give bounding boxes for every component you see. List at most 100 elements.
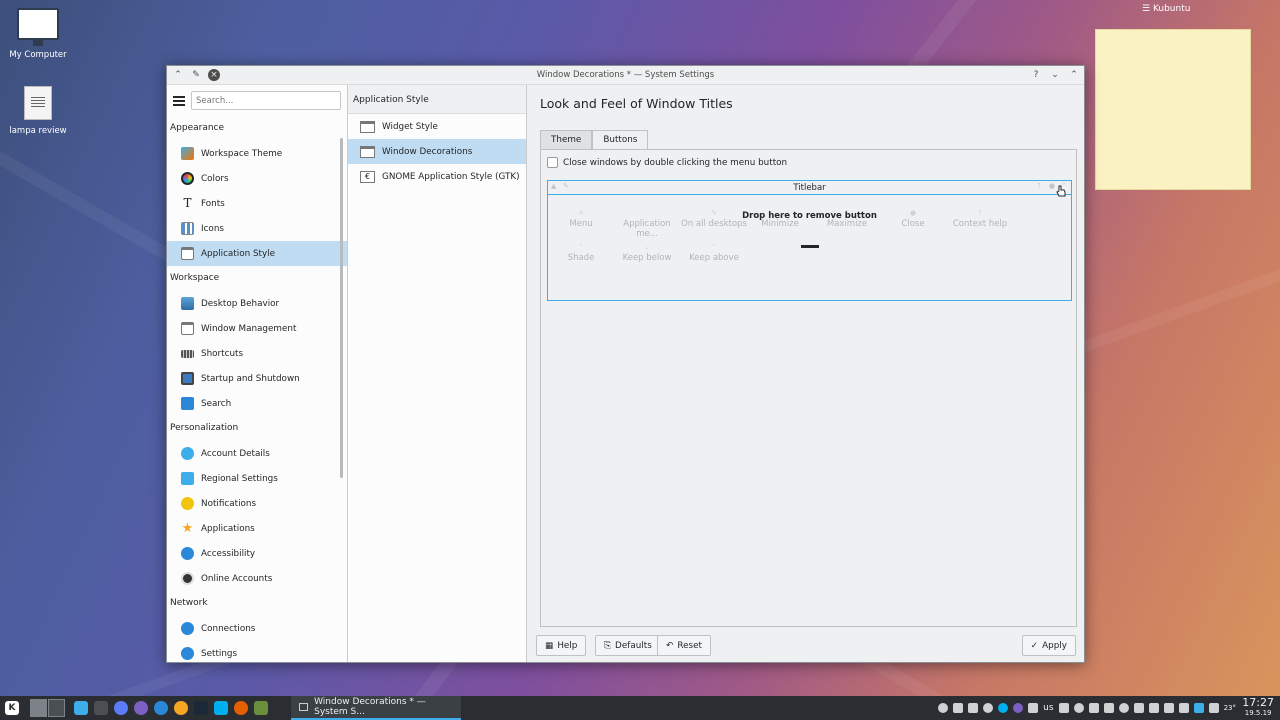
- sidebar-item-online-accounts[interactable]: Online Accounts: [167, 566, 347, 591]
- clipboard-tray-icon[interactable]: [1163, 703, 1174, 713]
- close-double-click-checkbox[interactable]: [547, 157, 558, 168]
- available-button-minimize[interactable]: ⌄ Minimize: [747, 209, 813, 229]
- file-manager-icon[interactable]: [74, 701, 88, 715]
- minimize-icon: ⌄: [777, 209, 783, 217]
- volume-icon[interactable]: [1178, 703, 1189, 713]
- sidebar-item-shortcuts[interactable]: Shortcuts: [167, 341, 347, 366]
- sidebar-item-application-style[interactable]: Application Style: [167, 241, 347, 266]
- messenger-icon[interactable]: [154, 701, 168, 715]
- sidebar-item-fonts[interactable]: T Fonts: [167, 191, 347, 216]
- available-button-keep-below[interactable]: ⌄ Keep below: [614, 243, 680, 263]
- sidebar-item-connections[interactable]: Connections: [167, 616, 347, 641]
- firefox-icon[interactable]: [234, 701, 248, 715]
- reset-button[interactable]: ↶ Reset: [657, 635, 711, 656]
- clipboard-icon[interactable]: [968, 703, 979, 713]
- window-titlebar[interactable]: ⌃ ✎ × Window Decorations * — System Sett…: [167, 66, 1084, 85]
- sidebar-item-regional-settings[interactable]: Regional Settings: [167, 466, 347, 491]
- camera-icon[interactable]: [953, 703, 964, 713]
- subcategory-item-gnome-style[interactable]: € GNOME Application Style (GTK): [348, 164, 526, 189]
- system-settings-window: ⌃ ✎ × Window Decorations * — System Sett…: [166, 65, 1085, 663]
- digital-clock[interactable]: 17:27 19.5.19: [1242, 697, 1274, 718]
- sidebar-item-desktop-behavior[interactable]: Desktop Behavior: [167, 291, 347, 316]
- desktop-1[interactable]: [30, 699, 47, 717]
- system-tray: us 23°: [938, 696, 1236, 720]
- display-icon[interactable]: [1088, 703, 1099, 713]
- available-button-keep-above[interactable]: ⌃ Keep above: [681, 243, 747, 263]
- regional-settings-icon: [181, 472, 194, 485]
- bluetooth-icon[interactable]: [1118, 703, 1129, 713]
- accessibility-icon: [181, 547, 194, 560]
- vpn-icon[interactable]: [1073, 703, 1084, 713]
- viber-icon[interactable]: [134, 701, 148, 715]
- skype-tray-icon[interactable]: [998, 703, 1009, 713]
- lock-icon[interactable]: [1103, 703, 1114, 713]
- sidebar-item-account-details[interactable]: Account Details: [167, 441, 347, 466]
- available-button-close[interactable]: ● Close: [880, 209, 946, 229]
- sidebar-item-icons[interactable]: Icons: [167, 216, 347, 241]
- menu-icon: ✳: [578, 209, 584, 217]
- maximize-icon[interactable]: ⌃: [1068, 69, 1080, 81]
- subcategory-item-window-decorations[interactable]: Window Decorations: [348, 139, 526, 164]
- sidebar-item-applications[interactable]: ★ Applications: [167, 516, 347, 541]
- tab-bar: Theme Buttons: [540, 130, 649, 149]
- app-icon[interactable]: [174, 701, 188, 715]
- skype-icon[interactable]: [214, 701, 228, 715]
- desktop-icon-my-computer[interactable]: My Computer: [0, 8, 76, 60]
- colors-icon: [181, 172, 194, 185]
- subcategory-item-widget-style[interactable]: Widget Style: [348, 114, 526, 139]
- sidebar-item-search[interactable]: Search: [167, 391, 347, 416]
- mail-icon[interactable]: [1058, 703, 1069, 713]
- search-input[interactable]: [191, 91, 341, 110]
- available-button-maximize[interactable]: ⌃ Maximize: [814, 209, 880, 229]
- sidebar-item-colors[interactable]: Colors: [167, 166, 347, 191]
- close-double-click-option[interactable]: Close windows by double clicking the men…: [547, 157, 787, 168]
- desktop-2[interactable]: [48, 699, 65, 717]
- viber-status-icon[interactable]: [1013, 703, 1024, 713]
- battery-icon[interactable]: [1133, 703, 1144, 713]
- available-button-app-menu[interactable]: · Application me...: [614, 209, 680, 239]
- sticky-note-widget[interactable]: [1095, 29, 1251, 190]
- sidebar-item-workspace-theme[interactable]: Workspace Theme: [167, 141, 347, 166]
- preview-titlebar[interactable]: ▲ ✎ Titlebar ? ● ⌃: [548, 181, 1071, 197]
- task-window-decorations[interactable]: Window Decorations * — System S...: [291, 696, 461, 720]
- apply-button[interactable]: ✓ Apply: [1021, 635, 1076, 656]
- checkmark-icon: ✓: [1030, 640, 1039, 651]
- hamburger-menu-icon[interactable]: [173, 95, 185, 106]
- notification-icon[interactable]: [938, 703, 949, 713]
- desktop-icon-lampa-review[interactable]: lampa review: [0, 86, 76, 136]
- help-icon[interactable]: ?: [1037, 182, 1041, 190]
- sidebar-scrollbar[interactable]: [340, 138, 343, 478]
- sidebar-item-settings[interactable]: Settings: [167, 641, 347, 662]
- defaults-button[interactable]: ⎘ Defaults: [595, 635, 661, 656]
- desktop-panel-label[interactable]: ☰ Kubuntu: [1142, 4, 1190, 14]
- sidebar-item-notifications[interactable]: Notifications: [167, 491, 347, 516]
- computer-icon: [17, 8, 59, 46]
- tab-buttons[interactable]: Buttons: [592, 130, 649, 149]
- help-button[interactable]: ▦ Help: [536, 635, 587, 656]
- tab-theme[interactable]: Theme: [540, 130, 593, 149]
- available-button-shade[interactable]: ⌃ Shade: [548, 243, 614, 263]
- battery-status-icon[interactable]: [1193, 703, 1204, 713]
- available-button-on-all-desktops[interactable]: ✎ On all desktops: [681, 209, 747, 229]
- titlebar-preview[interactable]: ▲ ✎ Titlebar ? ● ⌃ Drop here to remove b…: [547, 180, 1072, 301]
- steam-icon[interactable]: [194, 701, 208, 715]
- device-notifier-icon[interactable]: [1208, 703, 1219, 713]
- updates-icon[interactable]: [1148, 703, 1159, 713]
- sidebar-item-window-management[interactable]: Window Management: [167, 316, 347, 341]
- browser-icon[interactable]: [114, 701, 128, 715]
- sidebar-item-accessibility[interactable]: Accessibility: [167, 541, 347, 566]
- star-icon: ★: [181, 521, 194, 536]
- available-button-context-help[interactable]: ? Context help: [947, 209, 1013, 229]
- viber-tray-icon[interactable]: [983, 703, 994, 713]
- available-button-menu[interactable]: ✳ Menu: [548, 209, 614, 229]
- hand-cursor-icon: [1056, 185, 1066, 197]
- terminal-icon[interactable]: [94, 701, 108, 715]
- minimize-icon[interactable]: ⌄: [1049, 69, 1061, 81]
- keyboard-layout[interactable]: us: [1043, 703, 1053, 713]
- application-launcher-icon[interactable]: K: [5, 701, 19, 715]
- help-icon[interactable]: ?: [1030, 69, 1042, 81]
- network-icon[interactable]: [1028, 703, 1039, 713]
- sidebar-item-startup-shutdown[interactable]: Startup and Shutdown: [167, 366, 347, 391]
- image-viewer-icon[interactable]: [254, 701, 268, 715]
- virtual-desktop-pager[interactable]: [30, 699, 65, 717]
